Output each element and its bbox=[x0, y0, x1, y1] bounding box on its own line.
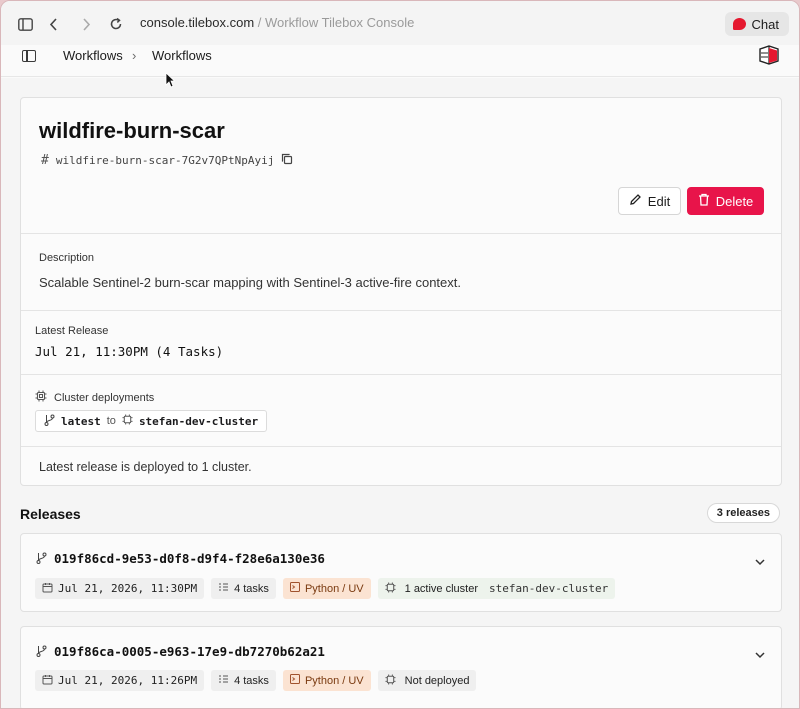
workflow-id-row: # wildfire-burn-scar-7G2v7QPtNpAyij bbox=[41, 153, 293, 168]
release-status: 1 active cluster bbox=[404, 582, 479, 595]
release-id: 019f86cd-9e53-d0f8-d9f4-f28e6a130e36 bbox=[54, 551, 325, 566]
deployment-footer-text: Latest release is deployed to 1 cluster. bbox=[39, 460, 252, 474]
browser-window: console.tilebox.com / Workflow Tilebox C… bbox=[0, 0, 800, 709]
release-id: 019f86ca-0005-e963-17e9-db7270b62a21 bbox=[54, 644, 325, 659]
release-card[interactable]: 019f86cd-9e53-d0f8-d9f4-f28e6a130e36 Jul… bbox=[20, 533, 782, 612]
address-bar[interactable]: console.tilebox.com / Workflow Tilebox C… bbox=[140, 15, 414, 30]
latest-release-label: Latest Release bbox=[35, 325, 109, 337]
release-meta-row: Jul 21, 2026, 11:26PM 4 tasks Python / U… bbox=[35, 670, 477, 691]
task-list-icon bbox=[218, 582, 229, 595]
main-content: wildfire-burn-scar # wildfire-burn-scar-… bbox=[1, 78, 799, 708]
release-card[interactable]: 019f86ca-0005-e963-17e9-db7270b62a21 Jul… bbox=[20, 626, 782, 708]
task-list-icon bbox=[218, 674, 229, 687]
release-tasks-chip: 4 tasks bbox=[211, 670, 276, 691]
release-date: Jul 21, 2026, 11:30PM bbox=[58, 582, 198, 595]
trash-icon bbox=[698, 193, 710, 209]
chat-label: Chat bbox=[751, 16, 779, 32]
release-date-chip: Jul 21, 2026, 11:26PM bbox=[35, 670, 205, 691]
release-tasks-chip: 4 tasks bbox=[211, 578, 276, 599]
deployment-cluster: stefan-dev-cluster bbox=[138, 414, 259, 428]
cpu-icon bbox=[35, 389, 47, 407]
breadcrumb-workflows-current[interactable]: Workflows bbox=[152, 48, 212, 63]
description-text: Scalable Sentinel-2 burn-scar mapping wi… bbox=[39, 275, 461, 290]
release-meta-row: Jul 21, 2026, 11:30PM 4 tasks Python / U… bbox=[35, 578, 616, 599]
forward-icon[interactable] bbox=[75, 13, 97, 35]
hash-icon: # bbox=[41, 153, 49, 168]
app-header: Workflows › Workflows bbox=[1, 45, 799, 77]
release-date: Jul 21, 2026, 11:26PM bbox=[58, 674, 198, 687]
mouse-cursor-icon bbox=[165, 72, 176, 93]
release-runtime-chip: Python / UV bbox=[282, 670, 371, 691]
releases-title: Releases bbox=[20, 506, 81, 522]
chat-bubble-icon bbox=[732, 18, 746, 30]
back-icon[interactable] bbox=[43, 13, 65, 35]
release-status-chip: 1 active cluster stefan-dev-cluster bbox=[377, 578, 616, 599]
pencil-icon bbox=[629, 193, 642, 209]
terminal-icon bbox=[289, 582, 300, 595]
cluster-cpu-icon bbox=[122, 414, 133, 428]
edit-label: Edit bbox=[647, 193, 671, 209]
copy-icon[interactable] bbox=[281, 153, 293, 168]
edit-button[interactable]: Edit bbox=[618, 187, 681, 215]
deployment-footer: Latest release is deployed to 1 cluster. bbox=[21, 446, 781, 486]
workflow-id: wildfire-burn-scar-7G2v7QPtNpAyij bbox=[55, 154, 275, 167]
delete-button[interactable]: Delete bbox=[687, 187, 764, 215]
workflow-title: wildfire-burn-scar bbox=[39, 118, 225, 143]
release-tasks: 4 tasks bbox=[234, 582, 269, 595]
breadcrumb-workflows-root[interactable]: Workflows bbox=[63, 48, 123, 63]
cluster-deployments-header: Cluster deployments bbox=[35, 389, 154, 407]
description-section: Description Scalable Sentinel-2 burn-sca… bbox=[21, 233, 781, 310]
description-label: Description bbox=[39, 252, 95, 264]
release-cluster: stefan-dev-cluster bbox=[489, 582, 609, 595]
chat-button[interactable]: Chat bbox=[724, 12, 789, 36]
terminal-icon bbox=[289, 674, 300, 687]
calendar-icon bbox=[42, 674, 53, 688]
branch-icon bbox=[44, 414, 55, 429]
chevron-down-icon[interactable] bbox=[755, 553, 765, 566]
chevron-down-icon[interactable] bbox=[755, 646, 765, 659]
cluster-deployments-label: Cluster deployments bbox=[54, 392, 155, 404]
page-title: Workflow Tilebox Console bbox=[265, 15, 415, 30]
latest-release-value: Jul 21, 11:30PM (4 Tasks) bbox=[35, 344, 224, 359]
release-runtime: Python / UV bbox=[304, 674, 364, 687]
deployment-branch: latest bbox=[61, 414, 101, 428]
latest-release-section: Latest Release Jul 21, 11:30PM (4 Tasks) bbox=[21, 310, 781, 374]
deployment-to: to bbox=[106, 415, 116, 427]
url-separator: / bbox=[254, 15, 266, 30]
delete-label: Delete bbox=[715, 193, 754, 209]
release-branch-icon bbox=[36, 551, 47, 569]
cluster-cpu-icon bbox=[385, 581, 396, 596]
release-status: Not deployed bbox=[404, 674, 470, 687]
sidebar-toggle-icon[interactable] bbox=[14, 13, 36, 35]
release-runtime-chip: Python / UV bbox=[282, 578, 371, 599]
release-runtime: Python / UV bbox=[304, 582, 364, 595]
release-status-chip: Not deployed bbox=[377, 670, 477, 691]
breadcrumb-separator: › bbox=[132, 48, 137, 63]
calendar-icon bbox=[42, 582, 53, 596]
release-date-chip: Jul 21, 2026, 11:30PM bbox=[35, 578, 205, 599]
app-sidebar-toggle-icon[interactable] bbox=[22, 50, 36, 62]
url-host: console.tilebox.com bbox=[140, 15, 255, 30]
release-tasks: 4 tasks bbox=[234, 674, 269, 687]
workflow-details-card: wildfire-burn-scar # wildfire-burn-scar-… bbox=[20, 97, 782, 486]
deployment-chip[interactable]: latest to stefan-dev-cluster bbox=[35, 410, 268, 432]
reload-icon[interactable] bbox=[105, 13, 127, 35]
releases-count-badge: 3 releases bbox=[706, 503, 780, 523]
tilebox-logo-icon[interactable] bbox=[758, 45, 780, 65]
release-branch-icon bbox=[36, 644, 47, 662]
browser-toolbar: console.tilebox.com / Workflow Tilebox C… bbox=[1, 1, 799, 45]
cluster-deployments-section: Cluster deployments latest to stefan-dev… bbox=[21, 374, 781, 446]
cluster-cpu-icon bbox=[385, 673, 396, 688]
